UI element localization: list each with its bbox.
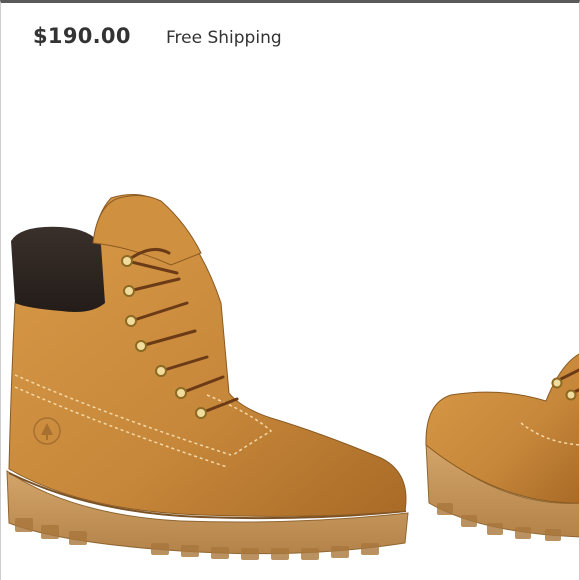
price-label: $190.00: [33, 24, 131, 48]
price-row: $190.00 Free Shipping: [1, 3, 579, 73]
boot-illustration: [6, 193, 579, 560]
second-boot: [425, 353, 579, 541]
listing-page: $190.00 Free Shipping: [0, 0, 580, 580]
main-boot: [6, 193, 409, 560]
shipping-label: Free Shipping: [166, 28, 282, 48]
product-photo[interactable]: [1, 73, 579, 580]
